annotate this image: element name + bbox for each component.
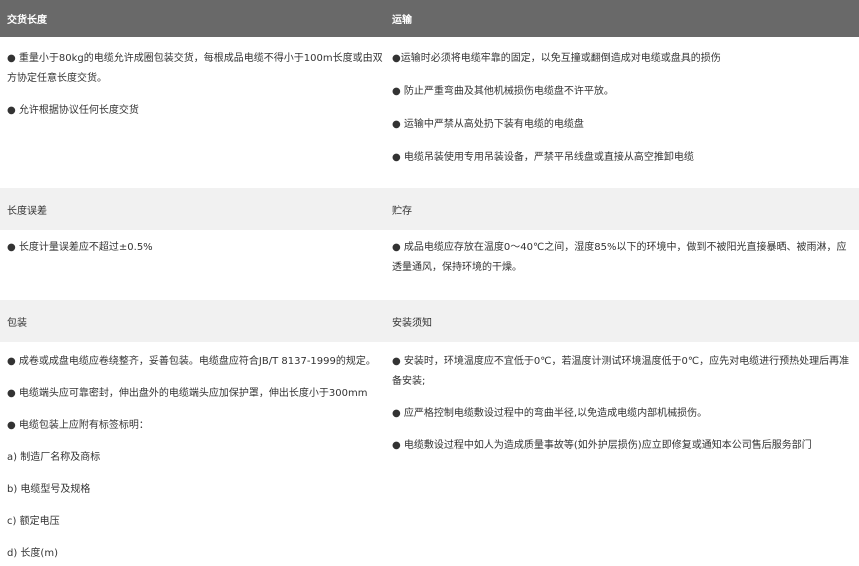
list-item: a) 制造厂名称及商标 xyxy=(7,452,101,463)
header-cell-storage: 贮存 xyxy=(392,188,859,230)
list-item: ● 安装时，环境温度应不宜低于0℃，若温度计测试环境温度低于0℃，应先对电缆进行… xyxy=(392,356,850,387)
list-item: ● 长度计量误差应不超过±0.5% xyxy=(7,242,153,253)
list-item: b) 电缆型号及规格 xyxy=(7,484,91,495)
list-item: ● 电缆吊装使用专用吊装设备，严禁平吊线盘或直接从高空推卸电缆 xyxy=(392,152,694,163)
section-title: 贮存 xyxy=(392,205,412,217)
list-item: ● 运输中严禁从高处扔下装有电缆的电缆盘 xyxy=(392,119,584,130)
section-title: 交货长度 xyxy=(7,15,47,26)
list-item: ● 允许根据协议任何长度交货 xyxy=(7,105,139,116)
list-item: ● 重量小于80kg的电缆允许成圈包装交货，每根成品电缆不得小于100m长度或由… xyxy=(7,53,383,84)
section-title: 运输 xyxy=(392,15,412,26)
length-tolerance-content: ● 长度计量误差应不超过±0.5% xyxy=(0,230,392,300)
list-item: ● 电缆包装上应附有标签标明： xyxy=(7,420,149,431)
section-body-tolerance: ● 长度计量误差应不超过±0.5% ● 成品电缆应存放在温度0～40℃之间，湿度… xyxy=(0,230,859,300)
header-cell-transport: 运输 xyxy=(392,0,859,37)
transport-content: ●运输时必须将电缆牢靠的固定，以免互撞或翻倒造成对电缆或盘具的损伤 ● 防止严重… xyxy=(392,37,859,188)
storage-content: ● 成品电缆应存放在温度0～40℃之间，湿度85%以下的环境中，做到不被阳光直接… xyxy=(392,230,859,300)
header-cell-delivery-length: 交货长度 xyxy=(0,0,392,37)
header-cell-installation: 安装须知 xyxy=(392,300,859,342)
packaging-content: ● 成卷或成盘电缆应卷绕整齐，妥善包装。电缆盘应符合JB/T 8137-1999… xyxy=(0,342,392,566)
list-item: ● 电缆敷设过程中如人为造成质量事故等(如外护层损伤)应立即修复或通知本公司售后… xyxy=(392,440,812,451)
section-body-packaging: ● 成卷或成盘电缆应卷绕整齐，妥善包装。电缆盘应符合JB/T 8137-1999… xyxy=(0,342,859,566)
list-item: ●运输时必须将电缆牢靠的固定，以免互撞或翻倒造成对电缆或盘具的损伤 xyxy=(392,53,721,64)
spec-table: 交货长度 运输 ● 重量小于80kg的电缆允许成圈包装交货，每根成品电缆不得小于… xyxy=(0,0,859,566)
header-cell-packaging: 包装 xyxy=(0,300,392,342)
section-header-tolerance: 长度误差 贮存 xyxy=(0,188,859,230)
section-title: 长度误差 xyxy=(7,205,47,217)
list-item: ● 成卷或成盘电缆应卷绕整齐，妥善包装。电缆盘应符合JB/T 8137-1999… xyxy=(7,356,376,367)
delivery-length-content: ● 重量小于80kg的电缆允许成圈包装交货，每根成品电缆不得小于100m长度或由… xyxy=(0,37,392,188)
installation-content: ● 安装时，环境温度应不宜低于0℃，若温度计测试环境温度低于0℃，应先对电缆进行… xyxy=(392,342,859,566)
list-item: ● 电缆端头应可靠密封，伸出盘外的电缆端头应加保护罩，伸出长度小于300mm xyxy=(7,388,368,399)
list-item: c) 额定电压 xyxy=(7,516,60,527)
header-cell-length-tolerance: 长度误差 xyxy=(0,188,392,230)
section-body-delivery: ● 重量小于80kg的电缆允许成圈包装交货，每根成品电缆不得小于100m长度或由… xyxy=(0,37,859,188)
list-item: ● 成品电缆应存放在温度0～40℃之间，湿度85%以下的环境中，做到不被阳光直接… xyxy=(392,242,847,273)
section-header-packaging: 包装 安装须知 xyxy=(0,300,859,342)
section-title: 安装须知 xyxy=(392,317,432,329)
list-item: ● 防止严重弯曲及其他机械损伤电缆盘不许平放。 xyxy=(392,86,614,97)
list-item: d) 长度(m) xyxy=(7,548,58,559)
section-header-delivery: 交货长度 运输 xyxy=(0,0,859,37)
section-title: 包装 xyxy=(7,317,27,329)
list-item: ● 应严格控制电缆敷设过程中的弯曲半径,以免造成电缆内部机械损伤。 xyxy=(392,408,708,419)
